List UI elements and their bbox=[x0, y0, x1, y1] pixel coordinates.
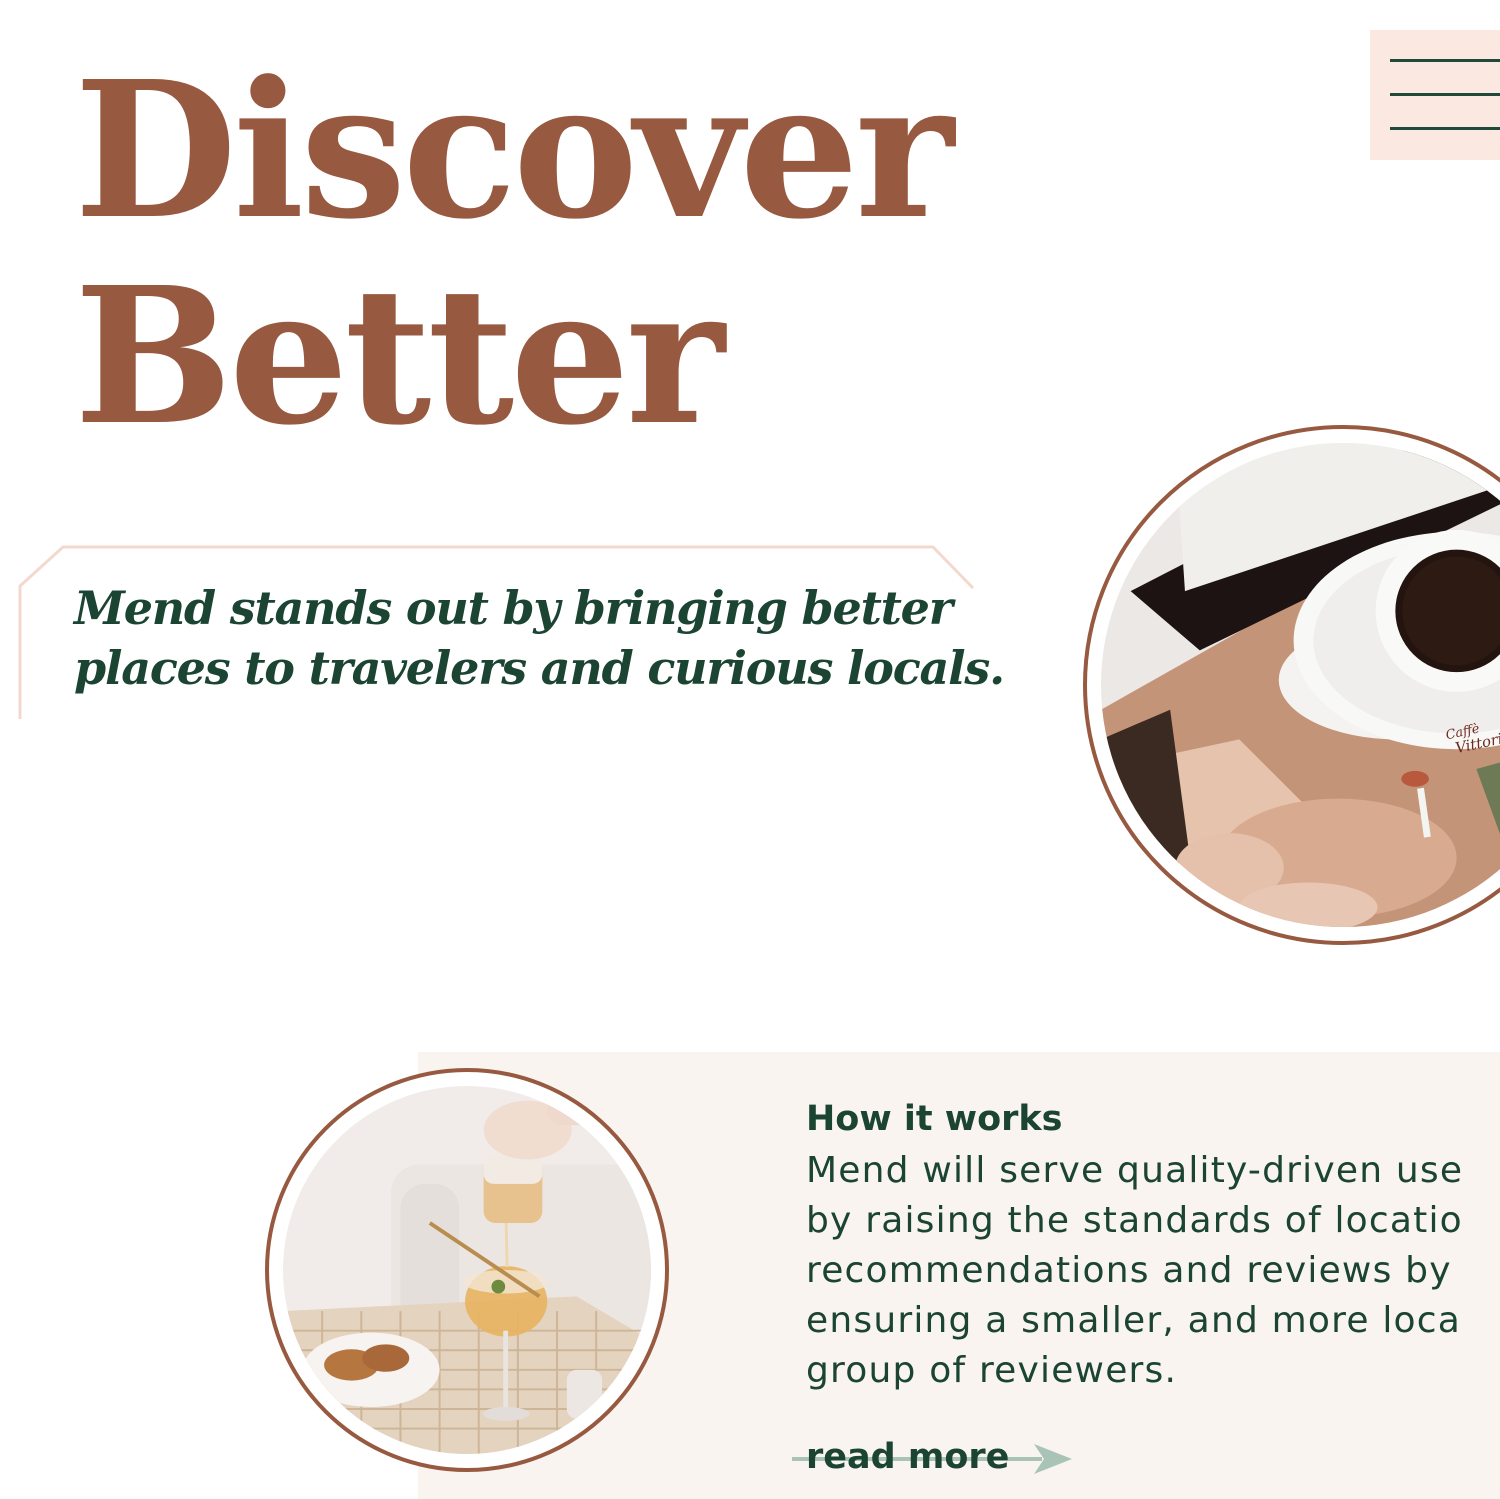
how-it-works-body-line-3: recommendations and reviews by bbox=[806, 1250, 1452, 1291]
menu-button[interactable] bbox=[1370, 30, 1500, 160]
how-it-works-body-line-4: ensuring a smaller, and more loca bbox=[806, 1300, 1462, 1341]
page: Discover Better Mend stands out by bring… bbox=[0, 0, 1500, 1499]
how-it-works-body: Mend will serve quality-driven use by ra… bbox=[806, 1146, 1500, 1396]
how-it-works-body-line-5: group of reviewers. bbox=[806, 1350, 1178, 1391]
how-it-works-body-line-1: Mend will serve quality-driven use bbox=[806, 1150, 1464, 1191]
menu-line-bottom bbox=[1390, 127, 1500, 130]
tagline-line-2: places to travelers and curious locals. bbox=[74, 641, 1005, 695]
drink-croissant-photo bbox=[265, 1068, 669, 1472]
drink-croissant-image bbox=[283, 1086, 651, 1454]
tagline-line-1: Mend stands out by bringing better bbox=[74, 581, 953, 635]
menu-line-middle bbox=[1390, 93, 1500, 96]
hero-title-line-1: Discover bbox=[74, 40, 954, 261]
hero-title: Discover Better bbox=[74, 40, 954, 467]
hero-title-line-2: Better bbox=[74, 246, 725, 467]
how-it-works-title: How it works bbox=[806, 1099, 1063, 1139]
coffee-magazine-photo: Caffè Vittoria bbox=[1083, 425, 1500, 945]
read-more-link[interactable]: read more bbox=[792, 1432, 1082, 1484]
how-it-works-body-line-2: by raising the standards of locatio bbox=[806, 1200, 1463, 1241]
coffee-magazine-image: Caffè Vittoria bbox=[1101, 443, 1500, 927]
menu-line-top bbox=[1390, 59, 1500, 62]
read-more-label: read more bbox=[806, 1437, 1010, 1477]
tagline: Mend stands out by bringing better place… bbox=[74, 578, 1005, 698]
